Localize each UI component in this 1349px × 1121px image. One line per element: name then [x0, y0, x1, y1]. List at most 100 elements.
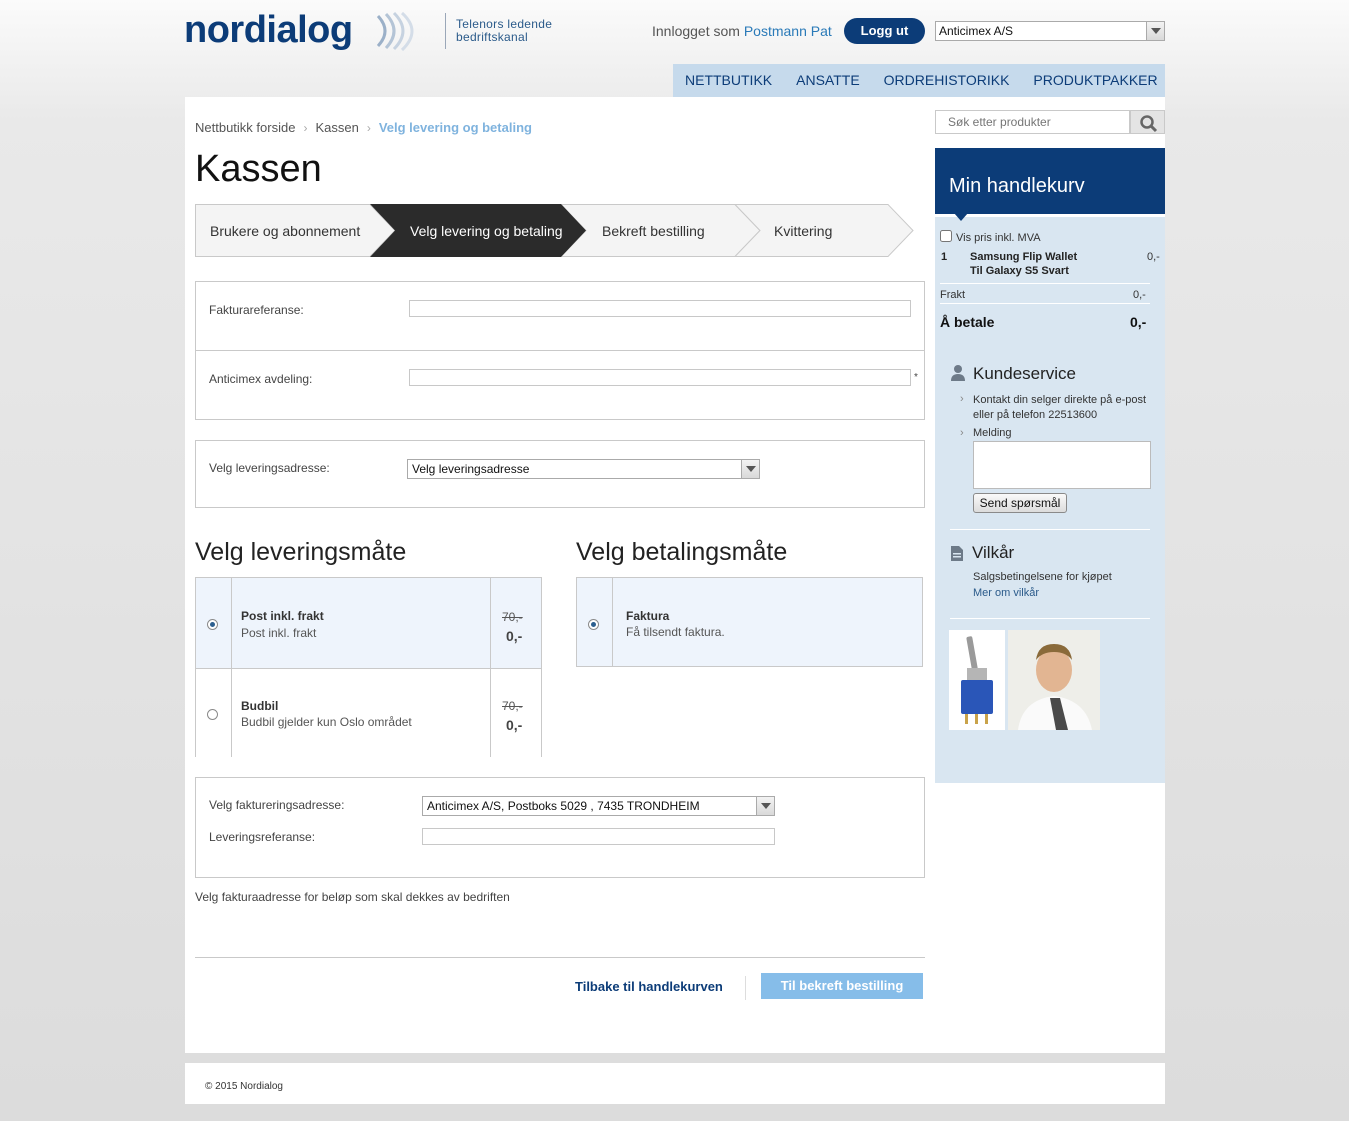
vat-label: Vis pris inkl. MVA [956, 232, 1041, 244]
payment-method-title: Velg betalingsmåte [576, 538, 788, 566]
divider [745, 976, 746, 1000]
delivery-option-title: Budbil [241, 699, 279, 713]
nav-item-ansatte[interactable]: ANSATTE [784, 64, 872, 97]
total-value: 0,- [1130, 314, 1147, 330]
department-label: Anticimex avdeling: [209, 372, 313, 386]
cart-item-name-line1: Samsung Flip Wallet [970, 251, 1078, 263]
old-price: 70,- [502, 610, 523, 624]
main-nav: NETTBUTIKK ANSATTE ORDREHISTORIKK PRODUK… [673, 64, 1165, 97]
search-icon [1140, 115, 1158, 133]
cart-notch [954, 213, 968, 221]
cart-item-qty: 1 [941, 251, 948, 263]
footer [185, 1063, 1165, 1104]
checkout-steps: Brukere og abonnement Velg levering og b… [195, 204, 915, 257]
company-select[interactable]: Anticimex A/S [935, 21, 1165, 41]
page-title: Kassen [195, 148, 322, 190]
billing-address-value: Anticimex A/S, Postboks 5029 , 7435 TRON… [427, 799, 700, 813]
delivery-option-post[interactable]: Post inkl. frakt Post inkl. frakt 70,- 0… [196, 578, 541, 668]
search-input[interactable] [935, 110, 1130, 134]
old-price: 70,- [502, 699, 523, 713]
contact-line2: eller på telefon 22513600 [973, 409, 1098, 421]
nav-item-nettbutikk[interactable]: NETTBUTIKK [673, 64, 784, 97]
toggle-switch-image[interactable] [949, 630, 1005, 730]
shipping-label: Frakt [940, 289, 966, 301]
user-name-link[interactable]: Postmann Pat [744, 23, 832, 39]
delivery-method-panel: Post inkl. frakt Post inkl. frakt 70,- 0… [195, 577, 542, 757]
delivery-address-select[interactable]: Velg leveringsadresse [407, 459, 760, 479]
billing-address-label: Velg faktureringsadresse: [209, 798, 345, 812]
breadcrumb-home[interactable]: Nettbutikk forside [195, 120, 295, 135]
delivery-ref-input[interactable] [422, 828, 775, 845]
copyright: © 2015 Nordialog [205, 1081, 283, 1092]
logo-divider [445, 13, 446, 49]
tagline-line2: bedriftskanal [456, 30, 528, 44]
cart-sidebar: Vis pris inkl. MVA 1 Samsung Flip Wallet… [935, 214, 1165, 783]
radio-icon[interactable] [207, 619, 218, 630]
radio-icon[interactable] [588, 619, 599, 630]
required-marker: * [914, 372, 918, 383]
person-photo-illustration [1008, 630, 1100, 730]
chevron-right-icon: › [960, 427, 964, 439]
person-icon [951, 365, 965, 381]
tagline: Telenors ledende bedriftskanal [456, 18, 552, 44]
billing-address-select[interactable]: Anticimex A/S, Postboks 5029 , 7435 TRON… [422, 796, 775, 816]
actions-divider [195, 957, 925, 958]
dropdown-arrow-icon[interactable] [1146, 22, 1164, 40]
delivery-ref-label: Leveringsreferanse: [209, 830, 316, 844]
delivery-address-label: Velg leveringsadresse: [209, 461, 330, 475]
search-button[interactable] [1130, 110, 1165, 134]
confirm-order-button[interactable]: Til bekreft bestilling [761, 973, 923, 999]
payment-option-desc: Få tilsendt faktura. [626, 625, 725, 639]
step-users: Brukere og abonnement [210, 223, 361, 239]
logo[interactable]: nordialog [184, 9, 353, 52]
product-search [935, 110, 1165, 134]
company-select-value: Anticimex A/S [939, 24, 1014, 38]
divider [940, 303, 1150, 304]
chevron-right-icon: › [960, 393, 964, 405]
customer-service-title: Kundeservice [973, 364, 1077, 383]
breadcrumb: Nettbutikk forside › Kassen › Velg lever… [195, 120, 532, 135]
divider [196, 350, 924, 351]
divider [950, 529, 1150, 530]
billing-note: Velg fakturaadresse for beløp som skal d… [195, 890, 510, 904]
chevron-right-icon: › [366, 120, 371, 135]
terms-title: Vilkår [972, 543, 1015, 562]
delivery-option-budbil[interactable]: Budbil Budbil gjelder kun Oslo området 7… [196, 669, 541, 757]
breadcrumb-current: Velg levering og betaling [378, 120, 532, 135]
breadcrumb-kassen[interactable]: Kassen [315, 120, 358, 135]
price: 0,- [506, 717, 523, 733]
payment-option-title: Faktura [626, 609, 670, 623]
invoice-panel: Fakturareferanse: Anticimex avdeling: * [195, 281, 925, 420]
payment-option-faktura[interactable]: Faktura Få tilsendt faktura. [576, 577, 923, 667]
message-textarea[interactable] [973, 441, 1151, 489]
price: 0,- [506, 628, 523, 644]
logged-in-status: Innlogget som Postmann Pat [652, 23, 832, 39]
dropdown-arrow-icon[interactable] [741, 460, 759, 478]
delivery-option-title: Post inkl. frakt [241, 609, 324, 623]
back-to-cart-link[interactable]: Tilbake til handlekurven [575, 979, 723, 994]
terms-link[interactable]: Mer om vilkår [973, 587, 1039, 599]
divider [490, 578, 491, 668]
total-label: Å betale [940, 314, 995, 330]
delivery-address-value: Velg leveringsadresse [412, 462, 530, 476]
customer-service-photo[interactable] [1008, 630, 1100, 730]
invoice-ref-input[interactable] [409, 300, 911, 317]
nav-item-produktpakker[interactable]: PRODUKTPAKKER [1021, 64, 1169, 97]
vat-checkbox[interactable] [940, 230, 952, 242]
send-question-button[interactable]: Send spørsmål [973, 493, 1067, 513]
divider [940, 283, 1150, 284]
department-input[interactable] [409, 369, 911, 386]
terms-text: Salgsbetingelsene for kjøpet [973, 571, 1112, 583]
logout-button[interactable]: Logg ut [844, 18, 925, 44]
divider [231, 669, 232, 757]
divider [490, 669, 491, 757]
nav-item-ordrehistorikk[interactable]: ORDREHISTORIKK [872, 64, 1022, 97]
delivery-option-desc: Post inkl. frakt [241, 626, 317, 640]
dropdown-arrow-icon[interactable] [756, 797, 774, 815]
radio-icon[interactable] [207, 709, 218, 720]
billing-panel: Velg faktureringsadresse: Anticimex A/S,… [195, 777, 925, 878]
step-confirm: Bekreft bestilling [602, 223, 705, 239]
chevron-right-icon: › [303, 120, 308, 135]
contact-line1: Kontakt din selger direkte på e-post [973, 394, 1147, 406]
logo-waves-icon [376, 11, 414, 52]
